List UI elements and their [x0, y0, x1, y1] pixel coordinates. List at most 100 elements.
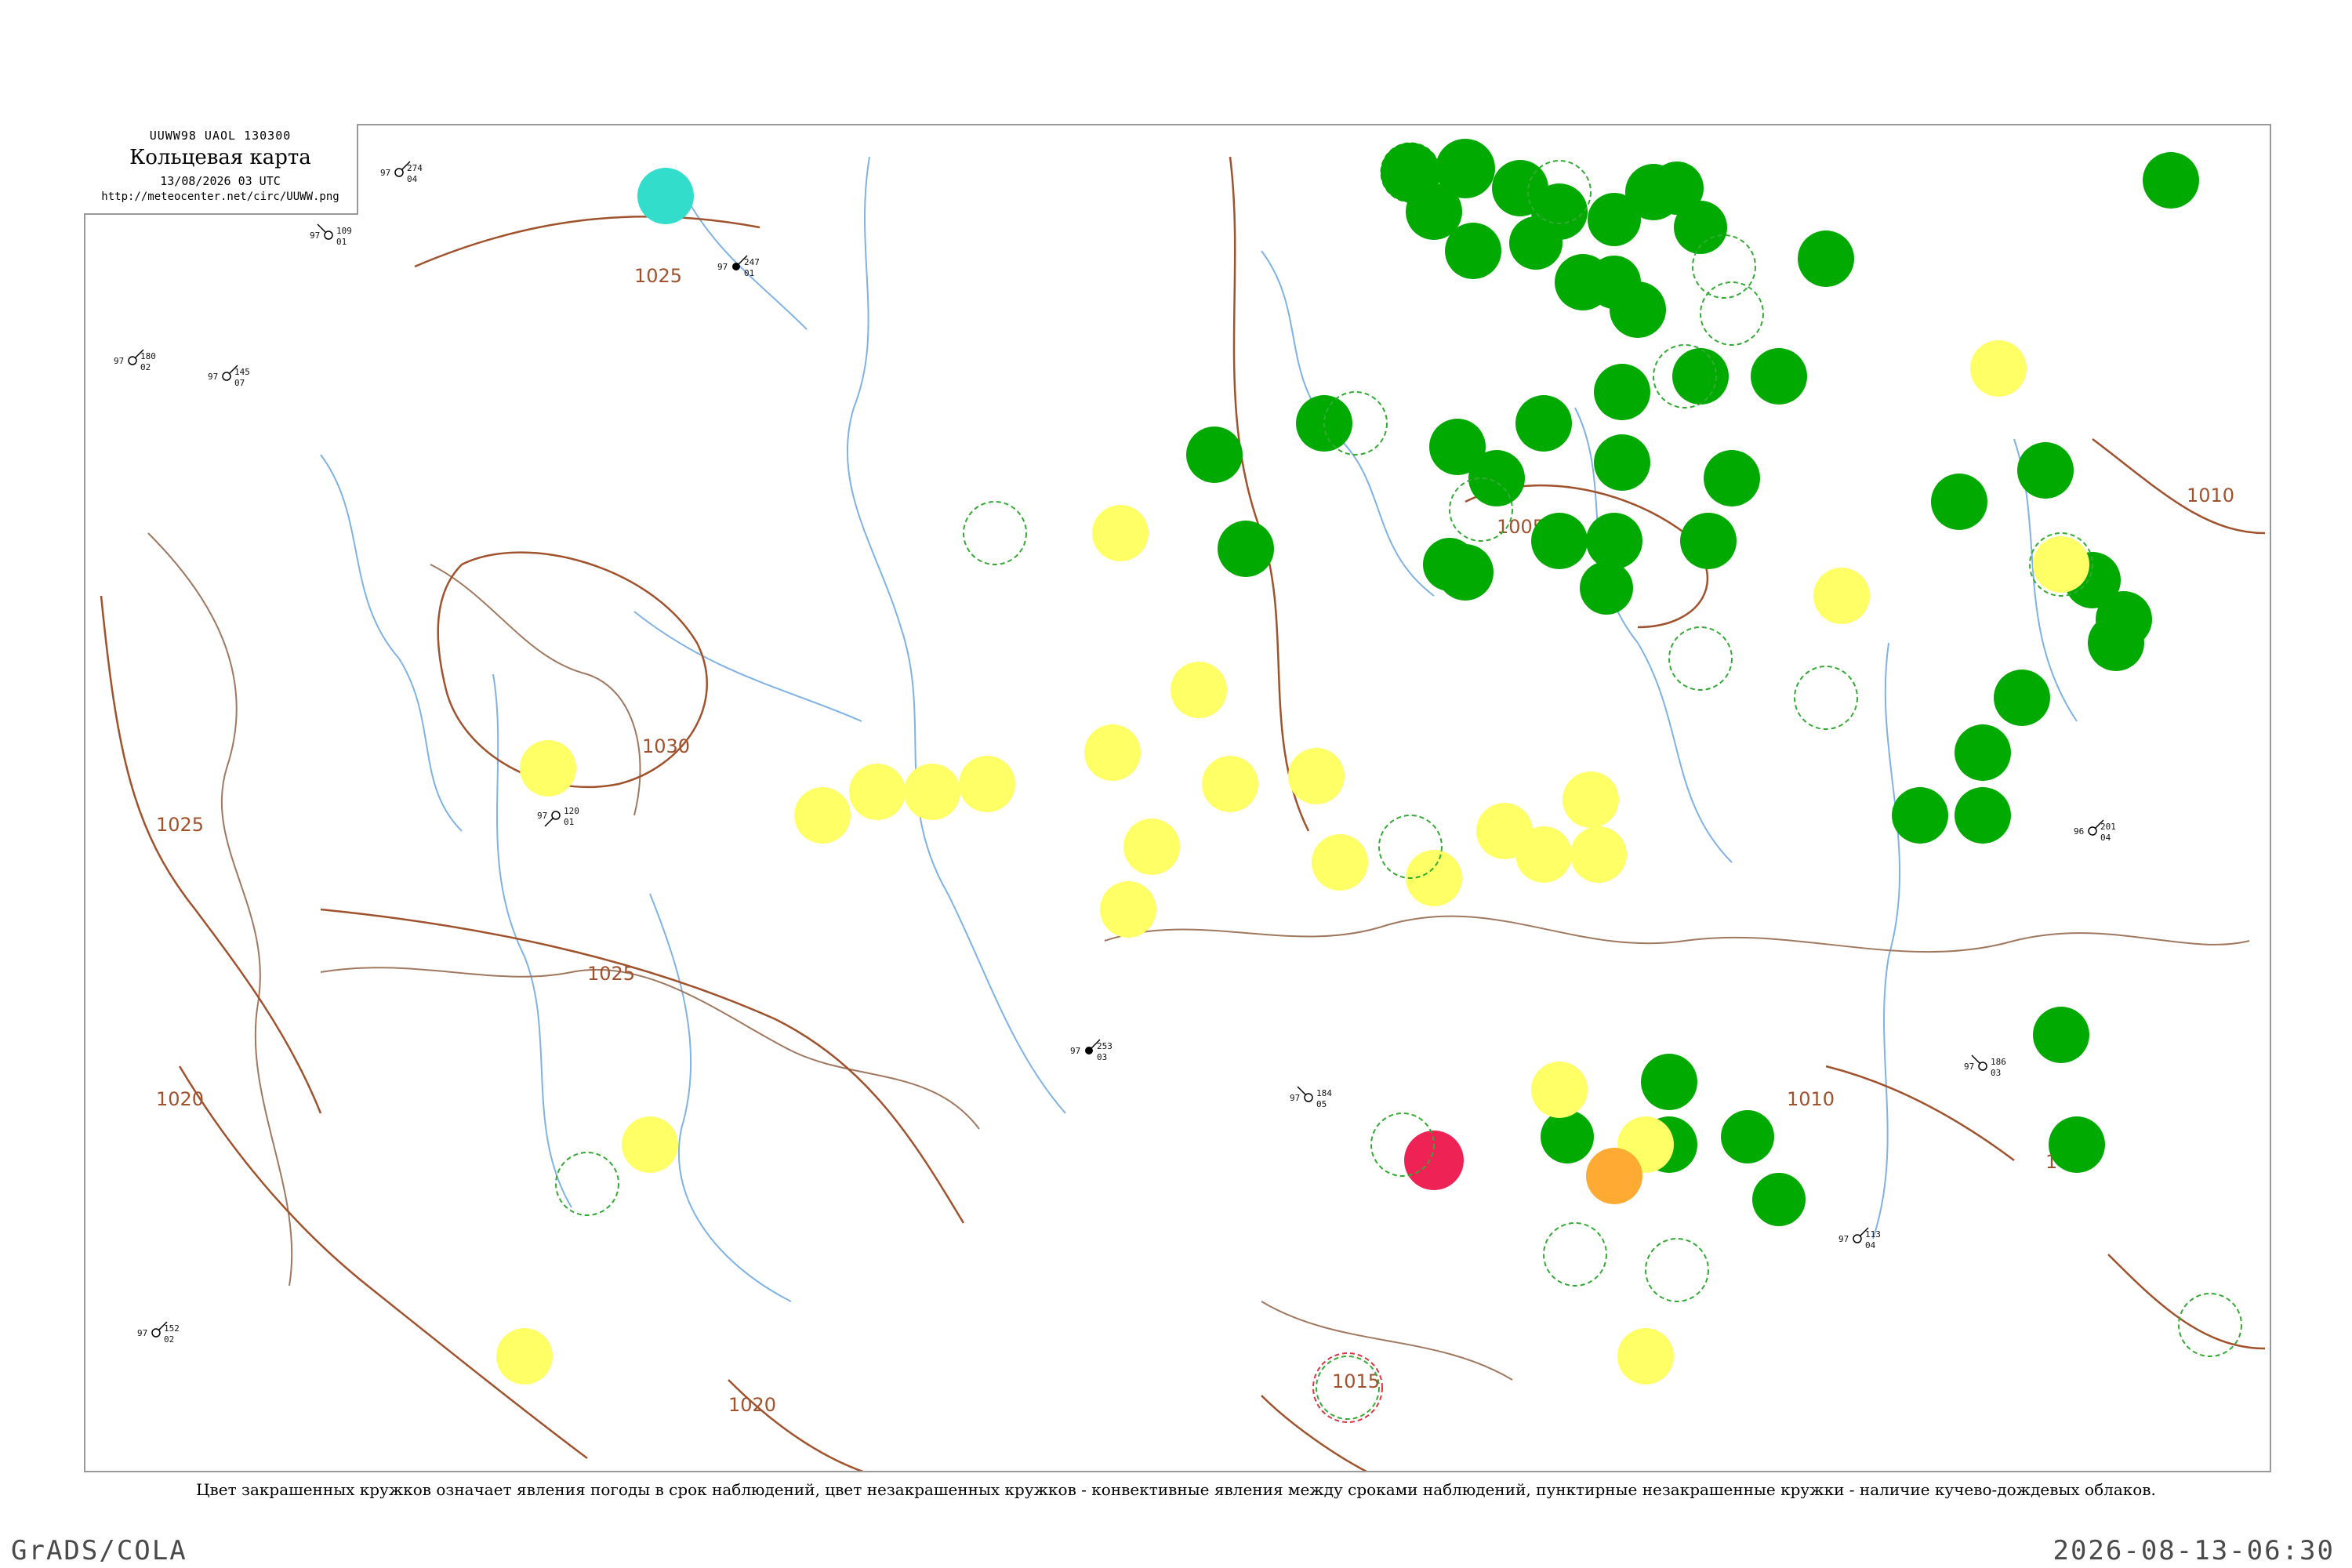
fog-circle: [1288, 748, 1345, 804]
fog-circle: [1970, 340, 2027, 397]
rain-circle: [1641, 1054, 1697, 1110]
station-dew: 04: [1865, 1240, 1876, 1250]
isobar-1010-kaz: [1825, 1065, 2015, 1162]
isobar-1025-mid: [320, 908, 965, 1224]
border-caucasus: [1261, 1301, 1513, 1381]
isobar-1020-west: [178, 1065, 588, 1459]
rain-circle: [1588, 256, 1641, 309]
station-temp: 120: [564, 806, 579, 816]
observation-time: 13/08/2026 03 UTC: [160, 174, 281, 188]
river-oka: [633, 611, 862, 722]
isobar-label: 1020: [156, 1088, 204, 1110]
station-pressure: 97: [717, 262, 728, 272]
rain-circle: [1445, 223, 1501, 279]
fog-circle: [794, 787, 851, 844]
fog-circle: [904, 764, 960, 820]
fog-circle: [1092, 505, 1149, 561]
rain-circle: [1588, 193, 1641, 246]
isobar-label: 1025: [634, 265, 682, 287]
station-temp: 201: [2100, 822, 2116, 832]
fog-circle: [520, 740, 576, 797]
fog-circle: [1570, 826, 1627, 883]
cb-circle: [1668, 626, 1733, 691]
station-dew: 04: [2100, 833, 2111, 843]
rain-circle: [1892, 787, 1948, 844]
rain-circle: [1650, 162, 1704, 215]
rain-circle: [1931, 474, 1987, 530]
rain-circle: [1752, 1173, 1806, 1226]
station-plot: 201 04 96: [2074, 819, 2116, 843]
station-dew: 05: [1316, 1099, 1327, 1109]
rain-circle: [1672, 348, 1729, 405]
rain-circle: [1721, 1110, 1774, 1163]
station-temp: 180: [140, 351, 156, 361]
station-pressure: 97: [114, 356, 124, 366]
station-plot: 113 04 97: [1838, 1227, 1881, 1250]
station-temp: 145: [234, 367, 250, 377]
map-title: Кольцевая карта: [129, 146, 311, 169]
map-frame: 1025 1030 1025 1025 1020 1020 1015 1010 …: [84, 124, 2271, 1472]
map-header: UUWW98 UAOL 130300 Кольцевая карта 13/08…: [84, 124, 358, 215]
fog-circle: [496, 1328, 553, 1385]
station-plot: 120 01 97: [537, 806, 579, 827]
station-plot: 145 07 97: [208, 365, 250, 388]
station-plot: 253 03 97: [1070, 1039, 1112, 1062]
station-pressure: 97: [1290, 1093, 1300, 1103]
weather-circles: [496, 139, 2242, 1423]
fog-circle: [1813, 568, 1870, 624]
fog-circle: [2033, 536, 2089, 593]
station-plot: 247 01 97: [717, 255, 760, 278]
rain-circle: [1594, 434, 1650, 491]
river-don: [649, 893, 792, 1302]
isobar-1015: [1261, 1395, 1367, 1471]
rain-circle: [2017, 442, 2074, 499]
shower-circle: [637, 168, 694, 224]
fog-circle: [1406, 850, 1462, 906]
rain-circle: [1955, 787, 2011, 844]
station-pressure: 97: [1964, 1062, 1974, 1072]
station-temp: 109: [336, 226, 352, 236]
rain-circle: [1798, 230, 1854, 287]
station-dew: 03: [1991, 1068, 2001, 1078]
station-temp: 184: [1316, 1088, 1332, 1098]
fog-circle: [1202, 756, 1258, 812]
station-dew: 01: [564, 817, 574, 827]
legend-caption: Цвет закрашенных кружков означает явлени…: [196, 1480, 2156, 1499]
border-west: [147, 532, 293, 1287]
rain-circle: [1580, 561, 1633, 615]
cb-circle: [1794, 666, 1858, 730]
rivers: [320, 156, 2078, 1302]
fog-circle: [622, 1116, 678, 1173]
rain-circle: [2143, 152, 2199, 209]
cb-circle: [1543, 1222, 1607, 1287]
fog-circle: [1531, 1062, 1588, 1118]
station-plot: 186 03 97: [1964, 1054, 2006, 1078]
rain-circle: [2049, 1116, 2105, 1173]
station-pressure: 97: [537, 811, 547, 821]
isobar-center: [1229, 156, 1310, 832]
isobar-1025-north: [414, 215, 760, 268]
bulletin-code: UUWW98 UAOL 130300: [149, 129, 292, 143]
rain-circle: [1218, 521, 1274, 577]
thunder-circle: [1586, 1148, 1642, 1204]
source-url: http://meteocenter.net/circ/UUWW.png: [101, 191, 339, 203]
fog-circle: [1617, 1328, 1674, 1385]
station-pressure: 96: [2074, 826, 2084, 837]
generation-timestamp: 2026-08-13-06:30: [2053, 1535, 2335, 1566]
station-pressure: 97: [1070, 1046, 1080, 1056]
station-temp: 253: [1097, 1041, 1112, 1051]
rain-circle: [1186, 426, 1243, 483]
station-temp: 274: [407, 163, 423, 173]
isobar-label: 1030: [642, 735, 690, 757]
rain-circle: [1515, 395, 1572, 452]
border-ukraine: [320, 967, 980, 1130]
rain-circle: [1586, 513, 1642, 569]
station-dew: 04: [407, 174, 418, 184]
rain-circle: [2033, 1007, 2089, 1063]
borders: [147, 532, 2250, 1381]
isobar-label: 1015: [1332, 1370, 1380, 1392]
station-temp: 113: [1865, 1229, 1881, 1240]
station-plot: 152 02 97: [137, 1321, 180, 1345]
rain-circle: [1594, 364, 1650, 420]
station-dew: 01: [744, 268, 754, 278]
